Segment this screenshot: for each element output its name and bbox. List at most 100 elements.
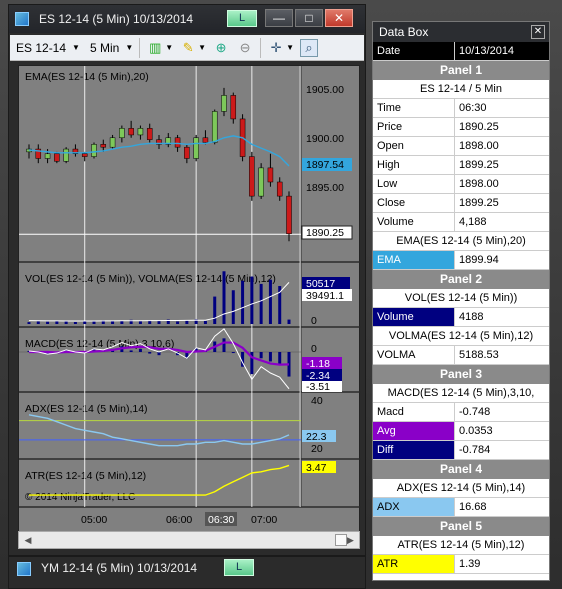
chevron-down-icon[interactable]: ▼ xyxy=(165,43,173,52)
macd-diff-bar xyxy=(259,352,263,359)
adx-panel-title: ADX(ES 12-14 (5 Min),14) xyxy=(25,403,148,415)
ema-header: EMA(ES 12-14 (5 Min),20) xyxy=(373,232,549,251)
data-box-key: Close xyxy=(373,194,455,212)
volume-row: Volume 4188 xyxy=(373,308,549,327)
candle-body xyxy=(81,153,88,157)
candle-body xyxy=(54,153,60,162)
ema-value-label: 1897.54 xyxy=(306,159,344,171)
ema-value: 1899.94 xyxy=(459,254,499,266)
scroll-left-arrow-icon[interactable]: ◀ xyxy=(21,534,35,546)
data-box-icon[interactable]: ⌕ xyxy=(300,38,318,57)
data-box-titlebar[interactable]: Data Box ✕ xyxy=(373,22,549,42)
volume-value-label: 50517 xyxy=(306,278,335,290)
volume-bar xyxy=(241,280,245,324)
ema-key: EMA xyxy=(373,251,455,269)
candle-body xyxy=(137,128,144,136)
adx-header: ADX(ES 12-14 (5 Min),14) xyxy=(373,479,549,498)
toolbar-separator xyxy=(139,37,141,58)
scroll-right-arrow-icon[interactable]: ▶ xyxy=(347,534,357,546)
crosshair-icon[interactable]: ✛ xyxy=(267,39,285,57)
link-l-button[interactable]: L xyxy=(227,10,257,27)
bar-type-icon[interactable]: ▥ xyxy=(146,39,164,57)
adx-key: ADX xyxy=(373,498,455,516)
data-box-key: High xyxy=(373,156,455,174)
chart-window-titlebar[interactable]: ES 12-14 (5 Min) 10/13/2014 L — □ ✕ xyxy=(9,5,365,33)
volume-bar xyxy=(185,320,189,324)
adx-row: ADX 16.68 xyxy=(373,498,549,517)
candle-body xyxy=(63,148,69,162)
data-box-row: Low 1898.00 xyxy=(373,175,549,194)
data-box-value: 1899.25 xyxy=(459,159,499,171)
macd-zero-label: 0 xyxy=(311,343,317,355)
volma-value: 5188.53 xyxy=(459,349,499,361)
candle-body xyxy=(276,181,283,197)
candle-body xyxy=(184,146,190,159)
second-chart-window[interactable]: YM 12-14 (5 Min) 10/13/2014 L xyxy=(8,556,366,589)
chart-toolbar: ES 12-14 ▼ 5 Min ▼ ▥ ▼ ✎ ▼ ⊕ ⊖ ✛ ▼ ⌕ xyxy=(10,35,364,61)
macd-row: Macd -0.748 xyxy=(373,403,549,422)
volma-key: VOLMA xyxy=(373,346,455,364)
macd-diff-bar xyxy=(222,338,226,352)
date-value: 10/13/2014 xyxy=(459,45,515,57)
price-tick-label: 1895.00 xyxy=(306,182,344,194)
volume-bar xyxy=(176,321,180,324)
instrument-selector[interactable]: ES 12-14 ▼ xyxy=(16,41,80,55)
volume-bar xyxy=(64,321,68,324)
volume-key: Volume xyxy=(373,308,455,326)
volume-header: VOL(ES 12-14 (5 Min)) xyxy=(373,289,549,308)
volume-bar xyxy=(259,283,263,324)
data-box-window: Data Box ✕ Date 10/13/2014 Panel 1 ES 12… xyxy=(372,21,550,581)
close-button[interactable]: ✕ xyxy=(325,9,353,27)
time-tick-label: 06:00 xyxy=(166,514,192,526)
interval-selector[interactable]: 5 Min ▼ xyxy=(86,41,133,55)
scrollbar-thumb[interactable] xyxy=(335,534,347,546)
data-box-value: 06:30 xyxy=(459,102,487,114)
macd-diff-bar xyxy=(268,352,272,362)
chart-area[interactable]: EMA(ES 12-14 (5 Min),20) VOL(ES 12-14 (5… xyxy=(18,65,361,533)
macd-value-label: -3.51 xyxy=(306,381,330,393)
horizontal-scrollbar[interactable]: ◀ ▶ xyxy=(18,531,360,549)
candle-body xyxy=(249,156,255,197)
volume-bar xyxy=(268,279,272,324)
toolbar-separator xyxy=(260,37,262,58)
macd-avg-label: -1.18 xyxy=(306,358,330,370)
chevron-down-icon: ▼ xyxy=(125,43,134,52)
ema-panel-title: EMA(ES 12-14 (5 Min),20) xyxy=(25,71,149,83)
volume-bar xyxy=(92,321,96,324)
data-box-row: Time 06:30 xyxy=(373,99,549,118)
zoom-out-icon[interactable]: ⊖ xyxy=(236,39,254,57)
chart-window: ES 12-14 (5 Min) 10/13/2014 L — □ ✕ ES 1… xyxy=(8,4,366,556)
minimize-button[interactable]: — xyxy=(265,9,293,27)
chevron-down-icon[interactable]: ▼ xyxy=(198,43,206,52)
volume-panel-title: VOL(ES 12-14 (5 Min)), VOLMA(ES 12-14 (5… xyxy=(25,273,276,285)
data-box-key: Price xyxy=(373,118,455,136)
volma-value-label: 39491.1 xyxy=(306,290,344,302)
candle-body xyxy=(211,111,218,143)
candle-body xyxy=(267,167,274,183)
drawing-pencil-icon[interactable]: ✎ xyxy=(179,39,197,57)
instrument-row: ES 12-14 / 5 Min xyxy=(373,80,549,99)
volume-bar xyxy=(287,319,291,324)
data-box-row: High 1899.25 xyxy=(373,156,549,175)
adx-line xyxy=(28,414,290,447)
macd-diff-bar xyxy=(129,350,133,352)
data-box-row: Volume 4,188 xyxy=(373,213,549,232)
data-box-value: 1890.25 xyxy=(459,121,499,133)
zoom-in-icon[interactable]: ⊕ xyxy=(212,39,230,57)
macd-diff-bar xyxy=(138,348,142,352)
adx-value: 16.68 xyxy=(459,501,487,513)
data-box-value: 4,188 xyxy=(459,216,487,228)
volume-bar xyxy=(203,320,207,324)
chevron-down-icon[interactable]: ▼ xyxy=(286,43,294,52)
link-l-button[interactable]: L xyxy=(224,559,254,576)
price-tick-label: 1900.00 xyxy=(306,133,344,145)
atr-header: ATR(ES 12-14 (5 Min),12) xyxy=(373,536,549,555)
candle-body xyxy=(193,137,199,159)
panel-header: Panel 4 xyxy=(373,460,549,479)
candle-body xyxy=(119,128,125,139)
atr-panel-title: ATR(ES 12-14 (5 Min),12) xyxy=(25,470,146,482)
macd-diff-bar xyxy=(148,352,152,354)
maximize-button[interactable]: □ xyxy=(295,9,323,27)
close-icon[interactable]: ✕ xyxy=(531,25,545,39)
candle-body xyxy=(286,195,292,235)
